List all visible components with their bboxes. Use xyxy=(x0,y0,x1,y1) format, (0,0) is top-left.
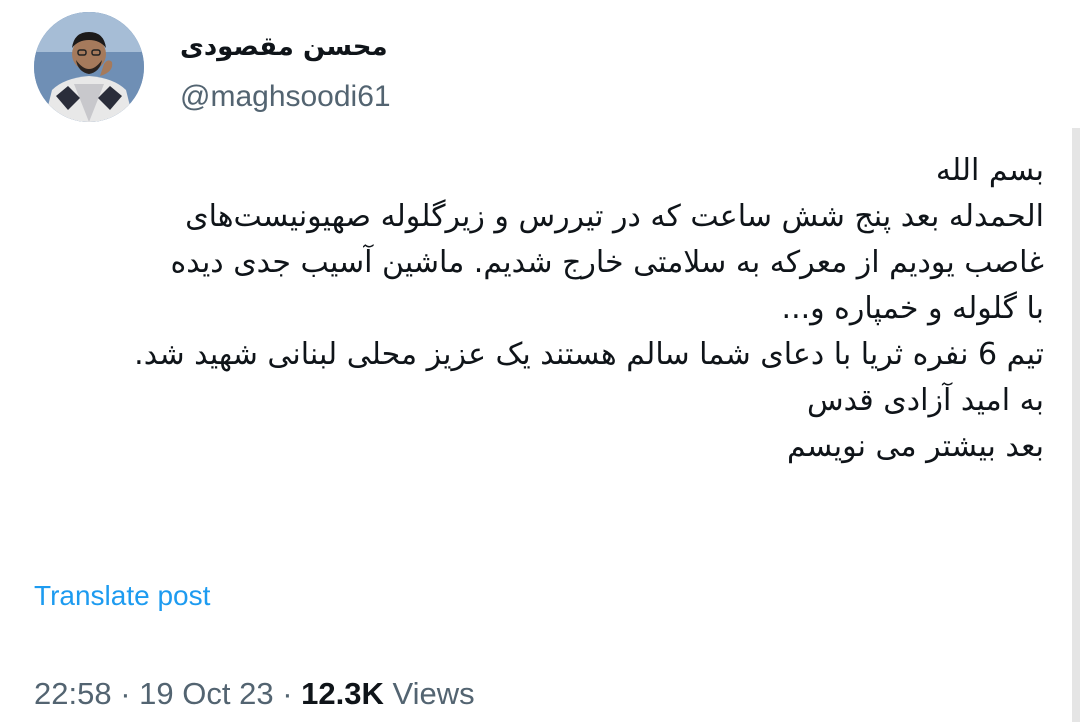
tweet-line: با گلوله و خمپاره و... xyxy=(781,291,1044,326)
views-label[interactable]: Views xyxy=(393,676,475,711)
avatar[interactable] xyxy=(34,12,144,122)
meta-separator: · xyxy=(282,676,293,711)
scrollbar-track xyxy=(1072,128,1080,722)
tweet-text: بسم الله الحمدله بعد پنج شش ساعت که در ت… xyxy=(24,148,1044,470)
tweet-line: الحمدله بعد پنج شش ساعت که در تیررس و زی… xyxy=(185,199,1044,234)
author-display-name[interactable]: محسن مقصودی xyxy=(180,32,388,62)
translate-post-link[interactable]: Translate post xyxy=(34,580,210,612)
tweet-date[interactable]: 19 Oct 23 xyxy=(139,676,273,711)
tweet-line: تیم 6 نفره ثریا با دعای شما سالم هستند ی… xyxy=(134,337,1044,372)
author-handle[interactable]: @maghsoodi61 xyxy=(180,80,391,114)
tweet-line: بعد بیشتر می نویسم xyxy=(787,429,1044,464)
tweet-meta: 22:58 · 19 Oct 23 · 12.3K Views xyxy=(34,676,475,712)
tweet-line: به امید آزادی قدس xyxy=(807,383,1044,418)
views-count[interactable]: 12.3K xyxy=(301,676,384,711)
tweet-line: بسم الله xyxy=(935,153,1044,188)
tweet-header: محسن مقصودی @maghsoodi61 xyxy=(34,12,734,128)
tweet-time[interactable]: 22:58 xyxy=(34,676,112,711)
tweet-line: غاصب یودیم از معرکه به سلامتی خارج شدیم.… xyxy=(170,245,1044,280)
meta-separator: · xyxy=(120,676,131,711)
